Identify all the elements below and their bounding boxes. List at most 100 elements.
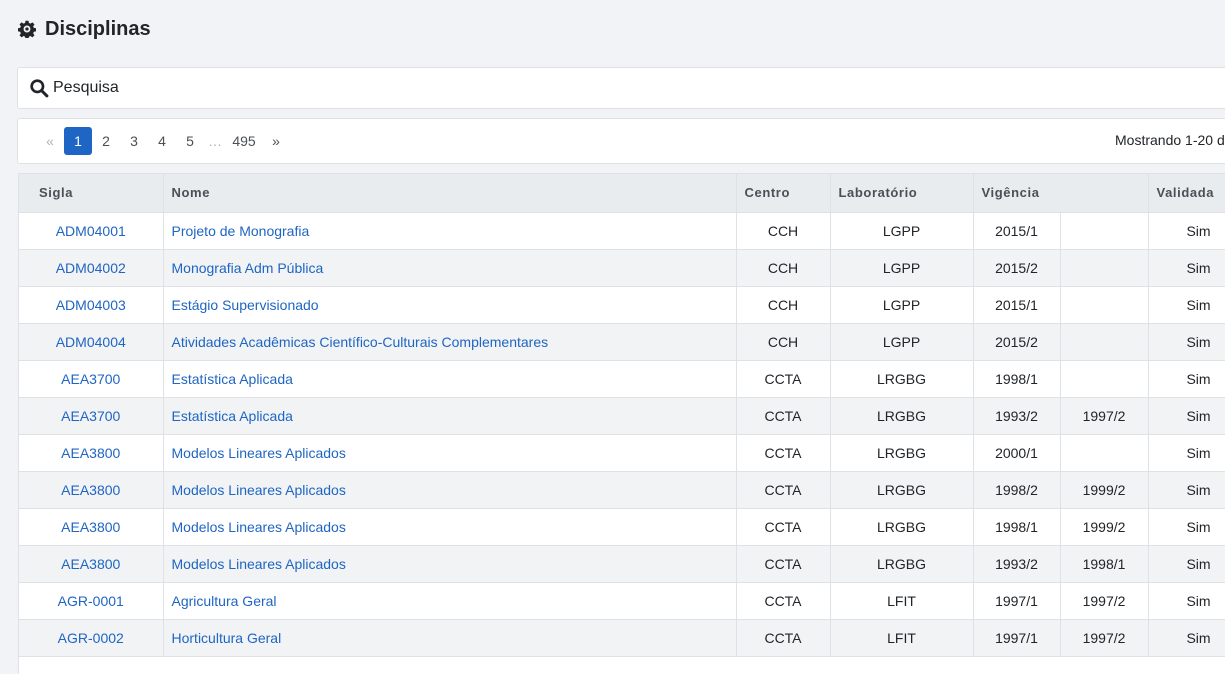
cell-laboratorio: LGPP — [830, 212, 974, 250]
cell-nome[interactable]: Modelos Lineares Aplicados — [163, 471, 737, 509]
next-page-button[interactable]: » — [262, 127, 290, 155]
column-header-sigla[interactable]: Sigla — [19, 174, 164, 213]
cell-laboratorio: LGPP — [830, 249, 974, 287]
cell-sigla[interactable]: ADM04004 — [19, 323, 164, 361]
cell-laboratorio: LRGBG — [830, 471, 974, 509]
cell-vigencia-inicio: 1998/1 — [973, 360, 1061, 398]
table-row[interactable]: ADM04003 Estágio Supervisionado CCH LGPP 201… — [19, 286, 1225, 324]
table-row[interactable]: AEA3800 Modelos Lineares Aplicados CCTA LRG… — [19, 508, 1225, 546]
last-page-button[interactable]: 495 — [226, 127, 262, 155]
prev-page-button[interactable]: « — [36, 127, 64, 155]
cell-nome[interactable]: Estatística Aplicada — [163, 360, 737, 398]
cog-icon — [18, 20, 36, 38]
cell-vigencia-inicio: 2015/1 — [973, 286, 1061, 324]
column-header-vigencia[interactable]: Vigência — [973, 174, 1149, 213]
cell-vigencia-fim: 1998/1 — [1060, 545, 1149, 583]
cell-sigla[interactable]: AEA3800 — [19, 471, 164, 509]
cell-laboratorio: LRGBG — [830, 545, 974, 583]
cell-sigla[interactable]: AEA3800 — [19, 434, 164, 472]
cell-laboratorio: LGPP — [830, 286, 974, 324]
cell-vigencia-inicio: 1998/1 — [973, 508, 1061, 546]
cell-laboratorio: LRGBG — [830, 508, 974, 546]
column-header-centro[interactable]: Centro — [736, 174, 831, 213]
search-input[interactable] — [53, 79, 653, 97]
cell-centro: CCH — [736, 249, 831, 287]
column-header-validada[interactable]: Validada — [1148, 174, 1225, 213]
cell-vigencia-inicio: 1997/1 — [973, 619, 1061, 657]
table-row[interactable]: AEA3800 Modelos Lineares Aplicados CCTA LRG… — [19, 434, 1225, 472]
cell-centro: CCH — [736, 286, 831, 324]
table-row[interactable]: AEA3800 Modelos Lineares Aplicados CCTA LRG… — [19, 471, 1225, 509]
cell-validada: Sim — [1148, 619, 1225, 657]
cell-sigla[interactable]: AGR-0002 — [19, 619, 164, 657]
table-row[interactable]: AEA3800 Modelos Lineares Aplicados CCTA LRG… — [19, 545, 1225, 583]
cell-vigencia-fim: 1997/2 — [1060, 397, 1149, 435]
cell-sigla[interactable]: ADM04002 — [19, 249, 164, 287]
cell-validada: Sim — [1148, 286, 1225, 324]
table-row[interactable]: AEA3700 Estatística Aplicada CCTA LRGBG 1998… — [19, 360, 1225, 398]
cell-sigla[interactable]: AGR-0001 — [19, 582, 164, 620]
cell-laboratorio: LFIT — [830, 582, 974, 620]
table-row[interactable]: ADM04002 Monografia Adm Pública CCH LGPP 201… — [19, 249, 1225, 287]
table-row[interactable]: AEA3700 Estatística Aplicada CCTA LRGBG 1993… — [19, 397, 1225, 435]
cell-nome[interactable]: Agricultura Geral — [163, 582, 737, 620]
cell-centro: CCTA — [736, 360, 831, 398]
cell-vigencia-inicio: 2000/1 — [973, 434, 1061, 472]
column-header-laboratorio[interactable]: Laboratório — [830, 174, 974, 213]
cell-vigencia-fim: 1999/2 — [1060, 471, 1149, 509]
page-button-1[interactable]: 1 — [64, 127, 92, 155]
cell-sigla[interactable]: AEA3700 — [19, 397, 164, 435]
cell-validada: Sim — [1148, 397, 1225, 435]
cell-validada: Sim — [1148, 249, 1225, 287]
cell-sigla[interactable]: ADM04003 — [19, 286, 164, 324]
table-body: ADM04001 Projeto de Monografia CCH LGPP 2015… — [19, 212, 1225, 657]
cell-sigla[interactable]: ADM04001 — [19, 212, 164, 250]
cell-centro: CCH — [736, 212, 831, 250]
cell-nome[interactable]: Modelos Lineares Aplicados — [163, 508, 737, 546]
cell-validada: Sim — [1148, 545, 1225, 583]
cell-laboratorio: LRGBG — [830, 434, 974, 472]
cell-centro: CCTA — [736, 545, 831, 583]
cell-nome[interactable]: Horticultura Geral — [163, 619, 737, 657]
pagination-bar: « 1 2 3 4 5 … 495 » Mostrando 1-20 d — [17, 118, 1225, 164]
cell-nome[interactable]: Modelos Lineares Aplicados — [163, 434, 737, 472]
cell-centro: CCTA — [736, 619, 831, 657]
cell-nome[interactable]: Projeto de Monografia — [163, 212, 737, 250]
cell-laboratorio: LGPP — [830, 323, 974, 361]
column-header-nome[interactable]: Nome — [163, 174, 737, 213]
cell-vigencia-fim — [1060, 286, 1149, 324]
table-row[interactable]: AGR-0002 Horticultura Geral CCTA LFIT 1997/1… — [19, 619, 1225, 657]
page-button-4[interactable]: 4 — [148, 127, 176, 155]
cell-sigla[interactable]: AEA3700 — [19, 360, 164, 398]
cell-validada: Sim — [1148, 360, 1225, 398]
cell-nome[interactable]: Atividades Acadêmicas Científico-Cultura… — [163, 323, 737, 361]
cell-sigla[interactable]: AEA3800 — [19, 545, 164, 583]
cell-validada: Sim — [1148, 508, 1225, 546]
pagination-ellipsis: … — [208, 133, 222, 149]
page-header: Disciplinas — [18, 17, 151, 41]
cell-vigencia-fim: 1997/2 — [1060, 619, 1149, 657]
table-row[interactable]: ADM04004 Atividades Acadêmicas Científico… — [19, 323, 1225, 361]
cell-nome[interactable]: Estágio Supervisionado — [163, 286, 737, 324]
cell-sigla[interactable]: AEA3800 — [19, 508, 164, 546]
page-button-2[interactable]: 2 — [92, 127, 120, 155]
page-button-5[interactable]: 5 — [176, 127, 204, 155]
cell-validada: Sim — [1148, 323, 1225, 361]
cell-centro: CCTA — [736, 508, 831, 546]
cell-vigencia-fim — [1060, 323, 1149, 361]
cell-vigencia-inicio: 2015/2 — [973, 323, 1061, 361]
table-row[interactable]: ADM04001 Projeto de Monografia CCH LGPP 2015… — [19, 212, 1225, 250]
table-row[interactable]: AGR-0001 Agricultura Geral CCTA LFIT 1997/1 1… — [19, 582, 1225, 620]
cell-nome[interactable]: Modelos Lineares Aplicados — [163, 545, 737, 583]
page-title: Disciplinas — [45, 17, 151, 40]
cell-vigencia-inicio: 2015/1 — [973, 212, 1061, 250]
cell-nome[interactable]: Monografia Adm Pública — [163, 249, 737, 287]
page-button-3[interactable]: 3 — [120, 127, 148, 155]
cell-vigencia-fim — [1060, 434, 1149, 472]
cell-validada: Sim — [1148, 471, 1225, 509]
cell-centro: CCTA — [736, 397, 831, 435]
cell-vigencia-fim — [1060, 212, 1149, 250]
cell-laboratorio: LRGBG — [830, 397, 974, 435]
cell-nome[interactable]: Estatística Aplicada — [163, 397, 737, 435]
search-bar[interactable] — [17, 67, 1225, 109]
